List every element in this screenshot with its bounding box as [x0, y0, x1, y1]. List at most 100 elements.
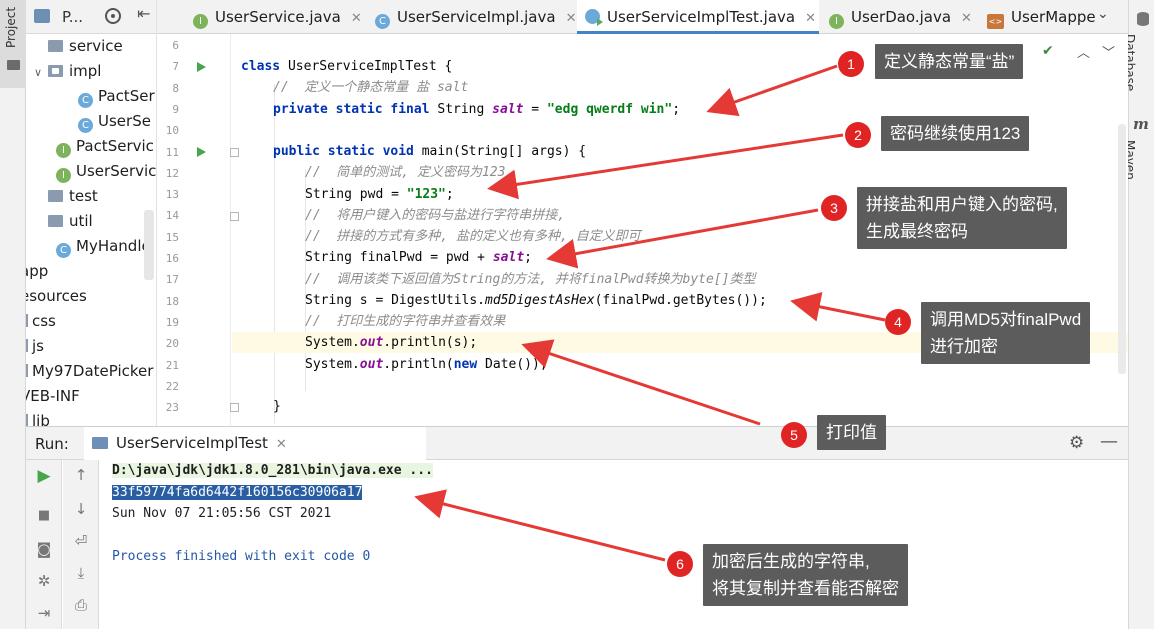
- tab-0[interactable]: I UserService.java ✕: [185, 0, 365, 34]
- small-folder-icon: [26, 314, 28, 327]
- run-config-tab[interactable]: UserServiceImplTest ✕: [84, 427, 426, 460]
- console-command-line: D:\java\jdk\jdk1.8.0_281\bin\java.exe ..…: [112, 463, 433, 478]
- small-folder-icon: [26, 364, 28, 377]
- next-highlight-icon[interactable]: ﹀: [1102, 42, 1115, 61]
- tree-item-label: PactSer: [98, 87, 155, 105]
- code-line-18: String s = DigestUtils.md5DigestAsHex(fi…: [305, 293, 767, 308]
- tree-item[interactable]: test: [34, 184, 98, 208]
- folder-icon: [48, 65, 63, 77]
- line-number: 21: [165, 359, 179, 372]
- code-line-15: // 拼接的方式有多种, 盐的定义也有多种, 自定义即可: [305, 229, 641, 244]
- close-icon[interactable]: ✕: [276, 437, 287, 452]
- tree-item[interactable]: I UserServic: [56, 159, 156, 183]
- tree-item-label: lib: [32, 412, 50, 426]
- tab-4[interactable]: <> UserMappe: [979, 0, 1099, 34]
- fold-marker-icon[interactable]: [230, 403, 239, 412]
- collapse-all-icon[interactable]: ⇤: [137, 4, 150, 23]
- scroll-to-end-icon[interactable]: ⤓: [63, 564, 99, 582]
- project-view-icon[interactable]: [34, 9, 50, 23]
- inspection-ok-icon[interactable]: ✔: [1042, 43, 1054, 59]
- tree-item[interactable]: C PactSer: [78, 84, 155, 108]
- tree-item[interactable]: esources: [26, 284, 87, 308]
- print-icon[interactable]: ⎙: [63, 596, 99, 614]
- code-line-23: }: [273, 399, 281, 414]
- close-icon[interactable]: ✕: [805, 11, 816, 26]
- minimize-icon[interactable]: —: [1100, 431, 1118, 452]
- tree-item[interactable]: C UserSe: [78, 109, 151, 133]
- tree-item[interactable]: css: [26, 309, 56, 333]
- run-config-label: UserServiceImplTest: [116, 434, 268, 452]
- tree-item-label: util: [69, 212, 93, 230]
- interface-icon: I: [56, 168, 71, 183]
- tab-3[interactable]: I UserDao.java ✕: [821, 0, 977, 34]
- line-number: 6: [172, 39, 179, 52]
- tab-overflow-chevron-icon[interactable]: ⌄: [1097, 6, 1109, 22]
- folder-icon: [7, 60, 20, 70]
- database-icon[interactable]: [1137, 12, 1149, 26]
- fold-marker-icon[interactable]: [230, 148, 239, 157]
- run-config-icon: [92, 437, 108, 449]
- line-number: 15: [165, 231, 179, 244]
- run-label: Run:: [35, 435, 69, 453]
- maven-icon[interactable]: m: [1133, 115, 1149, 133]
- tab-2[interactable]: UserServiceImplTest.java ✕: [577, 0, 819, 34]
- stop-icon[interactable]: ■: [26, 508, 62, 523]
- line-number: 8: [172, 82, 179, 95]
- project-view-selector[interactable]: P...: [62, 8, 83, 26]
- tree-item[interactable]: My97DatePicker: [26, 359, 153, 383]
- tree-item[interactable]: C MyHandle: [56, 234, 151, 258]
- tree-item-label: js: [32, 337, 44, 355]
- tree-item[interactable]: app: [26, 259, 48, 283]
- line-number: 20: [165, 337, 179, 350]
- debug-icon[interactable]: ✲: [26, 572, 62, 590]
- tree-item[interactable]: js: [26, 334, 44, 358]
- editor-scrollbar[interactable]: [1118, 124, 1126, 374]
- import-icon[interactable]: ⇥: [26, 604, 62, 622]
- camera-icon[interactable]: ◙: [26, 540, 62, 558]
- class-icon: C: [78, 93, 93, 108]
- tree-item[interactable]: service: [34, 34, 123, 58]
- fold-marker-icon[interactable]: [230, 212, 239, 221]
- arrow-up-icon[interactable]: ↑: [63, 466, 99, 484]
- tree-item[interactable]: lib: [26, 409, 50, 426]
- tree-item-label: css: [32, 312, 56, 330]
- tree-item[interactable]: I PactServic: [56, 134, 154, 158]
- arrow-down-icon[interactable]: ↓: [63, 500, 99, 518]
- tree-item-label: service: [69, 37, 123, 55]
- class-icon: C: [56, 243, 71, 258]
- close-icon[interactable]: ✕: [351, 11, 362, 26]
- previous-highlight-icon[interactable]: ︿: [1077, 42, 1090, 61]
- project-tool-tab[interactable]: Project: [0, 0, 26, 88]
- rerun-icon[interactable]: ▶: [26, 466, 62, 486]
- project-scrollbar[interactable]: [144, 210, 154, 280]
- code-line-11: public static void main(String[] args) {: [273, 144, 587, 159]
- console-md5-output[interactable]: 33f59774fa6d6442f160156c30906a17: [112, 482, 363, 503]
- code-line-8: // 定义一个静态常量 盐 salt: [273, 80, 469, 95]
- run-class-icon[interactable]: [197, 62, 206, 72]
- code-editor[interactable]: 6 7 8 9 10 11 12 13 14 15 16 17 18 19 20 21 22 23 class U…: [157, 34, 1128, 426]
- close-icon[interactable]: ✕: [566, 11, 577, 26]
- code-line-21: System.out.println(new Date());: [305, 357, 548, 372]
- soft-wrap-icon[interactable]: ⏎: [63, 532, 99, 550]
- chevron-down-icon[interactable]: ∨: [34, 61, 48, 85]
- code-line-20: System.out.println(s);: [232, 332, 1128, 353]
- folder-icon: [48, 40, 63, 52]
- console-date-output: Sun Nov 07 21:05:56 CST 2021: [112, 506, 332, 521]
- editor-gutter: 6 7 8 9 10 11 12 13 14 15 16 17 18 19 20 21 22 23: [157, 34, 231, 426]
- gear-icon[interactable]: ⚙: [1069, 433, 1084, 453]
- run-main-icon[interactable]: [197, 147, 206, 157]
- close-icon[interactable]: ✕: [961, 11, 972, 26]
- tab-1[interactable]: C UserServiceImpl.java ✕: [367, 0, 577, 34]
- tree-item-label: esources: [26, 287, 87, 305]
- tab-label: UserService.java: [215, 8, 341, 26]
- line-number: 16: [165, 252, 179, 265]
- tree-item[interactable]: util: [34, 209, 93, 233]
- tree-item[interactable]: VEB-INF: [26, 384, 80, 408]
- run-panel-body: ▶ ■ ◙ ✲ ⇥ ↑ ↓ ⏎ ⤓ ⎙ D:\java\jdk\jdk1.8.0…: [26, 460, 1128, 629]
- test-class-icon: [585, 9, 603, 26]
- locate-file-icon[interactable]: [105, 8, 121, 24]
- tree-item[interactable]: ∨ impl: [34, 59, 101, 83]
- tree-item-label: app: [26, 262, 49, 280]
- project-tool-label[interactable]: Project: [4, 7, 18, 48]
- interface-icon: I: [193, 14, 208, 29]
